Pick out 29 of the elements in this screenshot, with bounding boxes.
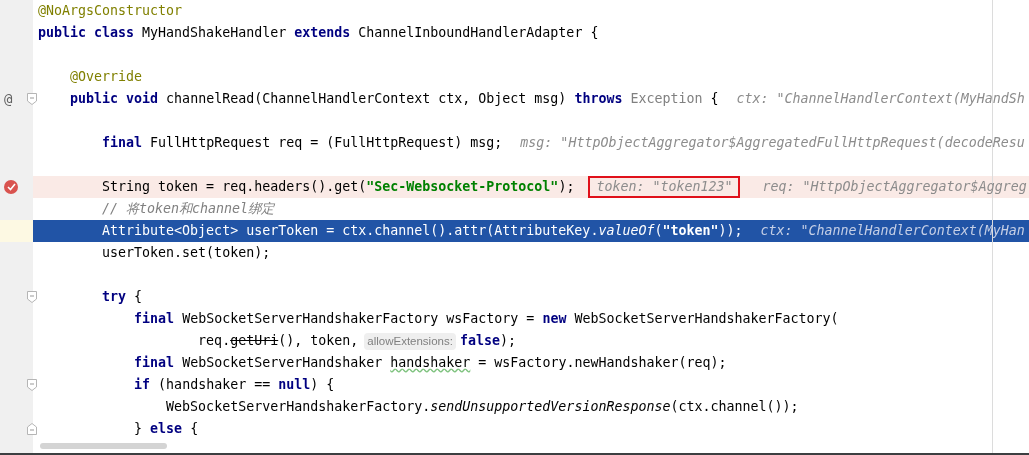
- inline-value: msg: "HttpObjectAggregator$AggregatedFullHttpRequest(decodeResu: [520, 134, 1025, 152]
- code-line: final WebSocketServerHandshaker handshaker = wsFactory.newHandshaker(req);: [134, 354, 727, 372]
- code-line: false);: [459, 332, 516, 350]
- code-line: @NoArgsConstructor: [38, 2, 183, 20]
- code-line: userToken.set(token);: [102, 244, 271, 262]
- code-line: // 将token和channel绑定: [102, 200, 275, 218]
- inline-value: req: "HttpObjectAggregator$Aggreg: [762, 178, 1027, 196]
- code-line: if (handshaker == null) {: [134, 376, 335, 394]
- implements-marker[interactable]: @: [4, 88, 13, 110]
- code-line: final FullHttpRequest req = (FullHttpRequest) msg;: [102, 134, 503, 152]
- code-line: } else {: [134, 420, 199, 438]
- code-line: final WebSocketServerHandshakerFactory wsFactory = new WebSocketServerHandshakerFactory(: [134, 310, 839, 328]
- code-line: public class MyHandShakeHandler extends ChannelInboundHandlerAdapter {: [38, 24, 599, 42]
- code-line: try {: [102, 288, 143, 306]
- fold-icon[interactable]: [27, 423, 37, 435]
- code-line: String token = req.headers().get("Sec-Websocket-Protocol");: [102, 178, 575, 196]
- breakpoint-icon[interactable]: [4, 180, 18, 194]
- fold-icon[interactable]: [27, 379, 37, 391]
- fold-icon[interactable]: [27, 291, 37, 303]
- parameter-hint: allowExtensions:: [364, 332, 456, 350]
- code-line: Attribute<Object> userToken = ctx.channel().attr(AttributeKey.valueOf("token"));: [102, 222, 743, 240]
- scrollbar-thumb[interactable]: [40, 443, 167, 449]
- fold-icon[interactable]: [27, 93, 37, 105]
- code-line: req.getUri(), token,: [198, 332, 359, 350]
- code-line: @Override: [70, 68, 143, 86]
- code-line: public void channelRead(ChannelHandlerContext ctx, Object msg) throws Exception {: [70, 90, 719, 108]
- code-line: WebSocketServerHandshakerFactory.sendUnsupportedVersionResponse(ctx.channel());: [166, 398, 799, 416]
- inline-value: token: "token123": [588, 176, 741, 198]
- inline-value: ctx: "ChannelHandlerContext(MyHandSh: [736, 90, 1025, 108]
